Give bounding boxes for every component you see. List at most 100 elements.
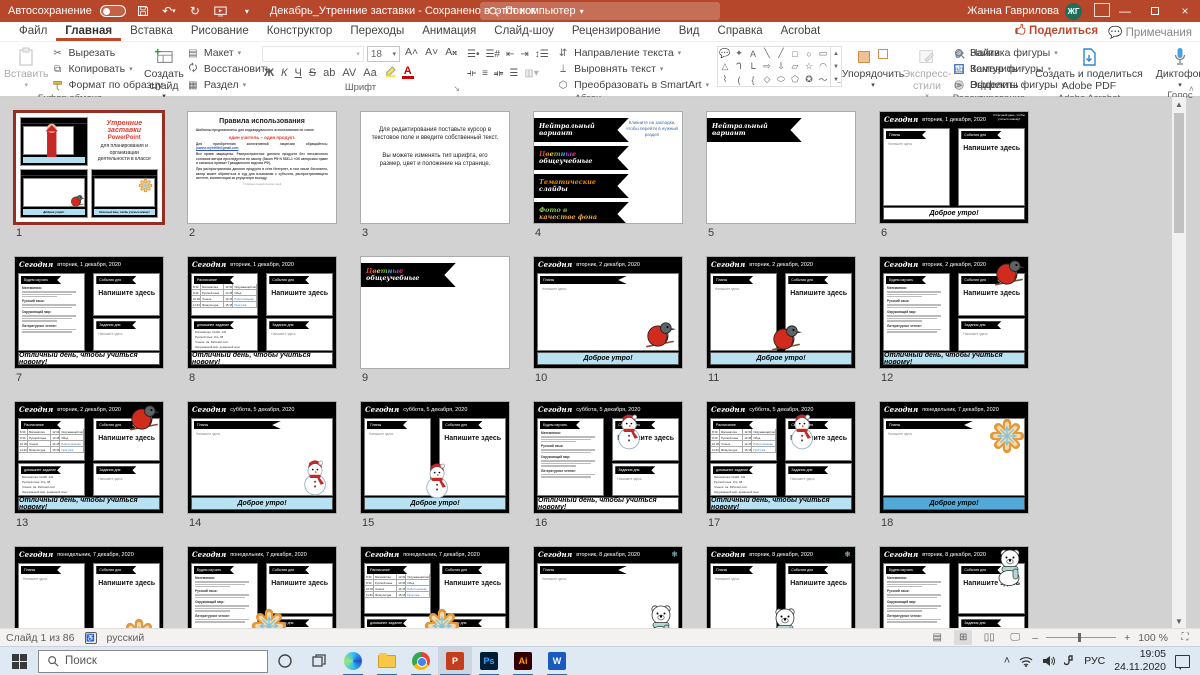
slide-thumbnail-15[interactable]: Сегоднясуббота, 5 декабря, 2020ПланыНапи…	[360, 401, 510, 514]
paste-button[interactable]: Вставить▾	[4, 44, 49, 89]
strikethrough-button[interactable]: S	[307, 67, 318, 79]
slide-thumbnail-20[interactable]: Сегодняпонедельник, 7 декабря, 2020Будем…	[187, 546, 337, 628]
comments-button[interactable]: 💬 Примечания	[1108, 25, 1192, 39]
slide-sorter-view-icon[interactable]: ⊞	[954, 630, 972, 645]
italic-button[interactable]: К	[279, 67, 289, 79]
columns-icon[interactable]: ▥▾	[524, 68, 538, 79]
slide-thumbnail-5[interactable]: Нейтральныйвариант	[706, 111, 856, 224]
slide-thumbnail-14[interactable]: Сегоднясуббота, 5 декабря, 2020ПланыНапи…	[187, 401, 337, 514]
scroll-up-icon[interactable]: ▲	[1172, 97, 1186, 111]
undo-icon[interactable]: ↶▾	[160, 3, 178, 19]
bullets-icon[interactable]: ☰•	[467, 49, 479, 60]
task-view-icon[interactable]	[302, 647, 336, 675]
align-right-icon[interactable]: ⟚	[494, 68, 503, 79]
collapse-ribbon-icon[interactable]: ˄	[1189, 84, 1194, 94]
slide-thumbnail-22[interactable]: Сегоднявторник, 8 декабря, 2020❄ПланыНап…	[533, 546, 683, 628]
arrange-button[interactable]: Упорядочить▾	[844, 44, 902, 89]
clear-format-icon[interactable]: A𝄪	[443, 46, 459, 62]
font-dialog-launcher[interactable]: ↘	[453, 84, 460, 93]
smartart-button[interactable]: ⬡Преобразовать в SmartArt▾	[556, 78, 709, 92]
wifi-icon[interactable]	[1019, 656, 1033, 667]
ribbon-tab-Конструктор[interactable]: Конструктор	[258, 23, 342, 41]
ribbon-tab-Переходы[interactable]: Переходы	[341, 23, 413, 41]
avatar[interactable]: ЖГ	[1065, 3, 1082, 20]
underline-button[interactable]: Ч	[292, 67, 303, 79]
language-tray[interactable]: РУС	[1084, 655, 1105, 667]
ribbon-tab-Acrobat[interactable]: Acrobat	[772, 23, 830, 41]
slide-thumbnail-23[interactable]: Сегоднявторник, 8 декабря, 2020❄ПланыНап…	[706, 546, 856, 628]
grow-font-icon[interactable]: A˄	[403, 46, 420, 62]
volume-icon[interactable]	[1042, 655, 1055, 667]
slide-thumbnail-7[interactable]: Сегоднявторник, 1 декабря, 2020Будем изу…	[14, 256, 164, 369]
start-button[interactable]	[0, 647, 38, 675]
slide-thumbnail-10[interactable]: Сегоднявторник, 2 декабря, 2020ПланыНапи…	[533, 256, 683, 369]
audio-jack-icon[interactable]	[1064, 655, 1075, 667]
zoom-out-icon[interactable]: –	[1032, 632, 1038, 644]
reading-view-icon[interactable]: ▯▯	[980, 630, 998, 645]
line-spacing-icon[interactable]: ↕☰	[535, 49, 549, 60]
increase-indent-icon[interactable]: ⇥	[520, 49, 528, 60]
office-search-box[interactable]: Поиск	[480, 2, 720, 20]
decrease-indent-icon[interactable]: ⇤	[506, 49, 514, 60]
slide-thumbnail-21[interactable]: Сегодняпонедельник, 7 декабря, 2020Распи…	[360, 546, 510, 628]
slide-thumbnail-18[interactable]: Сегодняпонедельник, 7 декабря, 2020Планы…	[879, 401, 1029, 514]
slide-thumbnail-1[interactable]: Утренние заставкиPowerPointдля планирова…	[14, 111, 164, 224]
chrome-icon[interactable]	[404, 647, 438, 675]
ribbon-tab-Вставка[interactable]: Вставка	[121, 23, 182, 41]
font-color-icon[interactable]: А	[402, 66, 414, 79]
fit-slide-icon[interactable]: ⛶	[1176, 630, 1194, 645]
cortana-icon[interactable]	[268, 647, 302, 675]
photoshop-icon[interactable]: Ps	[472, 647, 506, 675]
ribbon-tab-Файл[interactable]: Файл	[10, 23, 56, 41]
illustrator-icon[interactable]: Ai	[506, 647, 540, 675]
powerpoint-icon[interactable]: P	[438, 647, 472, 675]
ribbon-tab-Вид[interactable]: Вид	[670, 23, 709, 41]
replace-button[interactable]: abЗаменить▾	[952, 62, 1026, 76]
slide-thumbnail-17[interactable]: Сегоднясуббота, 5 декабря, 2020Расписани…	[706, 401, 856, 514]
taskbar-search-box[interactable]: Поиск	[38, 650, 268, 673]
slide-thumbnail-9[interactable]: Цветныеобщеучебные	[360, 256, 510, 369]
slide-thumbnail-3[interactable]: Для редактирования поставьте курсор в те…	[360, 111, 510, 224]
char-spacing-button[interactable]: AV	[340, 67, 358, 79]
close-button[interactable]: ×	[1170, 0, 1200, 22]
bold-button[interactable]: Ж	[262, 67, 276, 79]
scrollbar-thumb[interactable]	[1174, 113, 1184, 233]
highlight-color-icon[interactable]	[382, 65, 399, 80]
slide-thumbnail-12[interactable]: Сегоднявторник, 2 декабря, 2020Будем изу…	[879, 256, 1029, 369]
ribbon-display-options-icon[interactable]	[1094, 3, 1110, 17]
minimize-button[interactable]: —	[1110, 0, 1140, 22]
dictate-button[interactable]: Диктофон▾	[1152, 44, 1200, 89]
font-name-combo[interactable]: ▾	[262, 46, 364, 62]
ribbon-tab-Рисование[interactable]: Рисование	[182, 23, 258, 41]
word-icon[interactable]: W	[540, 647, 574, 675]
shapes-gallery[interactable]: 💬✦A╲╱□○▭ △ᒉᒪ⇨⇩▱☆◠ ⌇({◇⬭⬠✪〜	[717, 46, 831, 87]
restore-button[interactable]	[1140, 0, 1170, 22]
slide-thumbnail-16[interactable]: Сегоднясуббота, 5 декабря, 2020Будем изу…	[533, 401, 683, 514]
shadow-button[interactable]: ab	[321, 67, 337, 79]
normal-view-icon[interactable]: ▤	[928, 630, 946, 645]
language-indicator[interactable]: русский	[107, 632, 145, 644]
shapes-gallery-scroll[interactable]: ▲▼▼̲	[831, 46, 842, 87]
slide-thumbnail-4[interactable]: НейтральныйвариантЦветныеобщеучебныеТема…	[533, 111, 683, 224]
slide-thumbnail-8[interactable]: Сегоднявторник, 1 декабря, 2020Расписани…	[187, 256, 337, 369]
redo-icon[interactable]: ↻	[186, 3, 204, 19]
slide-thumbnail-24[interactable]: Сегоднявторник, 8 декабря, 2020Будем изу…	[879, 546, 1029, 628]
zoom-level[interactable]: 100 %	[1138, 632, 1168, 644]
quick-styles-button[interactable]: Экспресс-стили▾	[904, 44, 950, 101]
align-text-button[interactable]: ⟘Выровнять текст▾	[556, 62, 709, 76]
zoom-in-icon[interactable]: +	[1124, 632, 1130, 644]
slide-thumbnail-6[interactable]: Сегоднявторник, 1 декабря, 2020Отличный …	[879, 111, 1029, 224]
justify-icon[interactable]: ☰	[509, 68, 518, 79]
account-area[interactable]: Жанна Гаврилова ЖГ	[967, 0, 1082, 22]
select-button[interactable]: ▻Выделить▾	[952, 78, 1026, 92]
change-case-button[interactable]: Aa	[361, 67, 378, 79]
slide-thumbnail-11[interactable]: Сегоднявторник, 2 декабря, 2020ПланыНапи…	[706, 256, 856, 369]
shrink-font-icon[interactable]: A˅	[423, 46, 440, 62]
action-center-icon[interactable]	[1175, 655, 1190, 668]
ribbon-tab-Слайд-шоу[interactable]: Слайд-шоу	[485, 23, 563, 41]
slide-thumbnail-2[interactable]: Правила использованияШаблоны предназначе…	[187, 111, 337, 224]
text-direction-button[interactable]: ⇵Направление текста▾	[556, 46, 709, 60]
numbering-icon[interactable]: ☰#	[485, 49, 500, 60]
align-left-icon[interactable]: ⟛	[467, 68, 476, 79]
edge-icon[interactable]	[336, 647, 370, 675]
